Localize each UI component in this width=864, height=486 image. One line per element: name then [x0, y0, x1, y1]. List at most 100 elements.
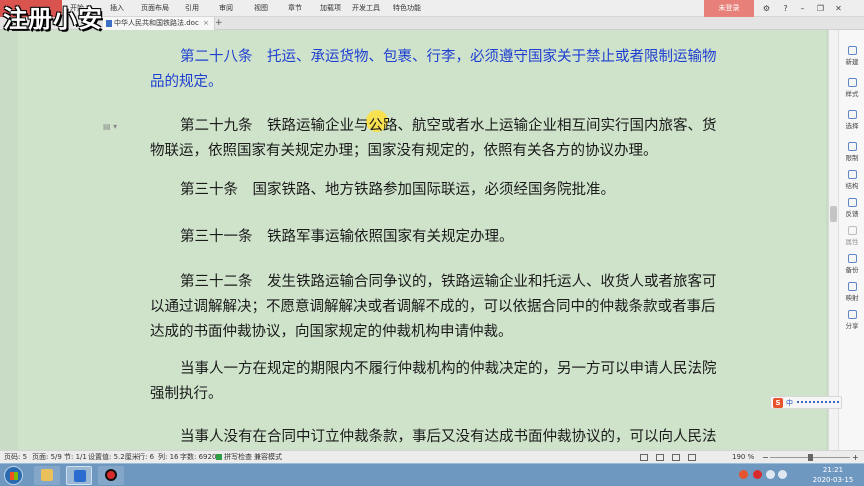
- view-web-icon[interactable]: [672, 454, 680, 461]
- panel-styles[interactable]: 样式: [839, 76, 864, 102]
- taskbar-clock[interactable]: 21:21 2020-03-15: [808, 465, 858, 485]
- document-area[interactable]: ▤ ▾ 第二十八条 托运、承运货物、包裹、行李，必须遵守国家关于禁止或者限制运输…: [0, 30, 828, 450]
- panel-mapping[interactable]: 映射: [839, 280, 864, 306]
- panel-feedback[interactable]: 反馈: [839, 196, 864, 222]
- ime-language[interactable]: 中: [786, 397, 793, 409]
- close-tab-icon[interactable]: ×: [203, 18, 209, 29]
- panel-share[interactable]: 分享: [839, 308, 864, 334]
- recorder-tray-icon[interactable]: [753, 470, 762, 479]
- paragraph-line: 强制执行。: [150, 386, 223, 402]
- start-button[interactable]: [4, 466, 23, 485]
- panel-new[interactable]: 新建: [839, 44, 864, 70]
- tab-document[interactable]: 中华人民共和国铁路法.doc ×: [103, 17, 215, 30]
- panel-label: 属性: [845, 238, 859, 246]
- volume-icon[interactable]: [778, 470, 787, 479]
- view-page-icon[interactable]: [640, 454, 648, 461]
- network-icon[interactable]: [766, 470, 775, 479]
- record-icon: [105, 469, 117, 481]
- paragraph-article-30: 第三十条 国家铁路、地方铁路参加国际联运，必须经国务院批准。: [150, 178, 746, 203]
- menu-chapter[interactable]: 章节: [288, 2, 302, 14]
- taskbar-wps-writer[interactable]: [66, 466, 92, 485]
- taskbar-recorder[interactable]: [98, 466, 124, 485]
- document-tab-bar: 中华人民共和国铁路法.doc × +: [0, 17, 864, 30]
- restore-icon[interactable]: ❐: [812, 0, 829, 17]
- panel-label: 选择: [845, 122, 859, 130]
- menu-addins[interactable]: 加载项: [320, 2, 341, 14]
- vertical-scrollbar[interactable]: [828, 30, 838, 450]
- right-task-panel: 新建 样式 选择 限制 结构 反馈 属性 备份 映射 分享: [838, 30, 864, 450]
- backup-icon: [848, 254, 857, 263]
- view-reading-icon[interactable]: [688, 454, 696, 461]
- paragraph-article-31: 第三十一条 铁路军事运输依照国家有关规定办理。: [150, 225, 746, 250]
- menu-references[interactable]: 引用: [185, 2, 199, 14]
- skin-icon[interactable]: ⚙: [758, 0, 775, 17]
- menu-bar: 开始 插入 页面布局 引用 审阅 视图 章节 加载项 开发工具 特色功能 未登录…: [0, 0, 864, 17]
- menu-insert[interactable]: 插入: [110, 2, 124, 14]
- paragraph-enforcement: 当事人一方在规定的期限内不履行仲裁机构的仲裁决定的，另一方可以申请人民法院 强制…: [150, 357, 746, 407]
- menu-developer[interactable]: 开发工具: [352, 2, 380, 14]
- taskbar-explorer[interactable]: [34, 466, 60, 485]
- help-icon[interactable]: ?: [777, 0, 794, 17]
- paragraph-article-32: 第三十二条 发生铁路运输合同争议的，铁路运输企业和托运人、收货人或者旅客可 以通…: [150, 270, 746, 345]
- paragraph-line: 第二十九条 铁路运输企业与公路、航空或者水上运输企业相互间实行国内旅客、货: [180, 118, 717, 134]
- panel-label: 分享: [845, 322, 859, 330]
- paragraph-line: 达成的书面仲裁协议，向国家规定的仲裁机构申请仲裁。: [150, 324, 513, 340]
- panel-label: 样式: [845, 90, 859, 98]
- clock-date: 2020-03-15: [812, 476, 854, 484]
- mapping-icon: [848, 282, 857, 291]
- wps-writer-icon: [74, 470, 86, 482]
- share-icon: [848, 310, 857, 319]
- close-icon[interactable]: ✕: [830, 0, 847, 17]
- panel-label: 结构: [845, 182, 859, 190]
- tab-document-label: 中华人民共和国铁路法.doc: [114, 19, 199, 27]
- minimize-icon[interactable]: –: [794, 0, 811, 17]
- paragraph-line: 第三十条 国家铁路、地方铁路参加国际联运，必须经国务院批准。: [180, 182, 615, 198]
- menu-special[interactable]: 特色功能: [393, 2, 421, 14]
- menu-view[interactable]: 视图: [254, 2, 268, 14]
- paragraph-line: 第三十一条 铁路军事运输依照国家有关规定办理。: [180, 229, 514, 245]
- paragraph-line: 物联运，依照国家有关规定办理；国家没有规定的，依照有关各方的协议办理。: [150, 143, 658, 159]
- menu-review[interactable]: 审阅: [219, 2, 233, 14]
- scrollbar-thumb[interactable]: [830, 206, 837, 222]
- paragraph-line: 当事人没有在合同中订立仲裁条款，事后又没有达成书面仲裁协议的，可以向人民法: [180, 429, 717, 445]
- paragraph-line: 品的规定。: [150, 74, 223, 90]
- panel-properties[interactable]: 属性: [839, 224, 864, 250]
- windows-taskbar: 21:21 2020-03-15: [0, 463, 864, 486]
- new-icon: [848, 46, 857, 55]
- paragraph-no-arbitration: 当事人没有在合同中订立仲裁条款，事后又没有达成书面仲裁协议的，可以向人民法: [150, 425, 746, 450]
- paragraph-article-28: 第二十八条 托运、承运货物、包裹、行李，必须遵守国家关于禁止或者限制运输物 品的…: [150, 45, 746, 95]
- select-icon: [848, 110, 857, 119]
- panel-structure[interactable]: 结构: [839, 168, 864, 194]
- panel-select[interactable]: 选择: [839, 108, 864, 134]
- styles-icon: [848, 78, 857, 87]
- panel-backup[interactable]: 备份: [839, 252, 864, 278]
- structure-icon: [848, 170, 857, 179]
- ime-toolbar[interactable]: S 中: [770, 396, 842, 409]
- view-outline-icon[interactable]: [656, 454, 664, 461]
- panel-label: 反馈: [845, 210, 859, 218]
- panel-label: 备份: [845, 266, 859, 274]
- windows-logo-icon: [10, 472, 18, 480]
- check-icon: [216, 454, 222, 460]
- ime-tools-icons[interactable]: [797, 401, 839, 405]
- paragraph-line: 第二十八条 托运、承运货物、包裹、行李，必须遵守国家关于禁止或者限制运输物: [180, 49, 717, 65]
- panel-label: 限制: [845, 154, 859, 162]
- word-doc-icon: [106, 20, 112, 27]
- properties-icon: [848, 226, 857, 235]
- sogou-ime-icon[interactable]: S: [773, 398, 783, 408]
- panel-restrict[interactable]: 限制: [839, 140, 864, 166]
- clock-time: 21:21: [822, 466, 844, 474]
- sogou-tray-icon[interactable]: [739, 470, 748, 479]
- zoom-slider-thumb[interactable]: [808, 454, 813, 461]
- feedback-icon: [848, 198, 857, 207]
- paragraph-article-29: 第二十九条 铁路运输企业与公路、航空或者水上运输企业相互间实行国内旅客、货 物联…: [150, 114, 746, 164]
- restrict-icon: [848, 142, 857, 151]
- folder-icon: [41, 469, 53, 481]
- login-button[interactable]: 未登录: [704, 0, 754, 17]
- system-tray: [735, 468, 787, 482]
- paragraph-handle-icon[interactable]: ▤ ▾: [103, 122, 117, 131]
- new-tab-button[interactable]: +: [215, 17, 223, 29]
- menu-page-layout[interactable]: 页面布局: [141, 2, 169, 14]
- paragraph-line: 以通过调解解决；不愿意调解解决或者调解不成的，可以依据合同中的仲裁条款或者事后: [150, 299, 716, 315]
- paragraph-line: 第三十二条 发生铁路运输合同争议的，铁路运输企业和托运人、收货人或者旅客可: [180, 274, 717, 290]
